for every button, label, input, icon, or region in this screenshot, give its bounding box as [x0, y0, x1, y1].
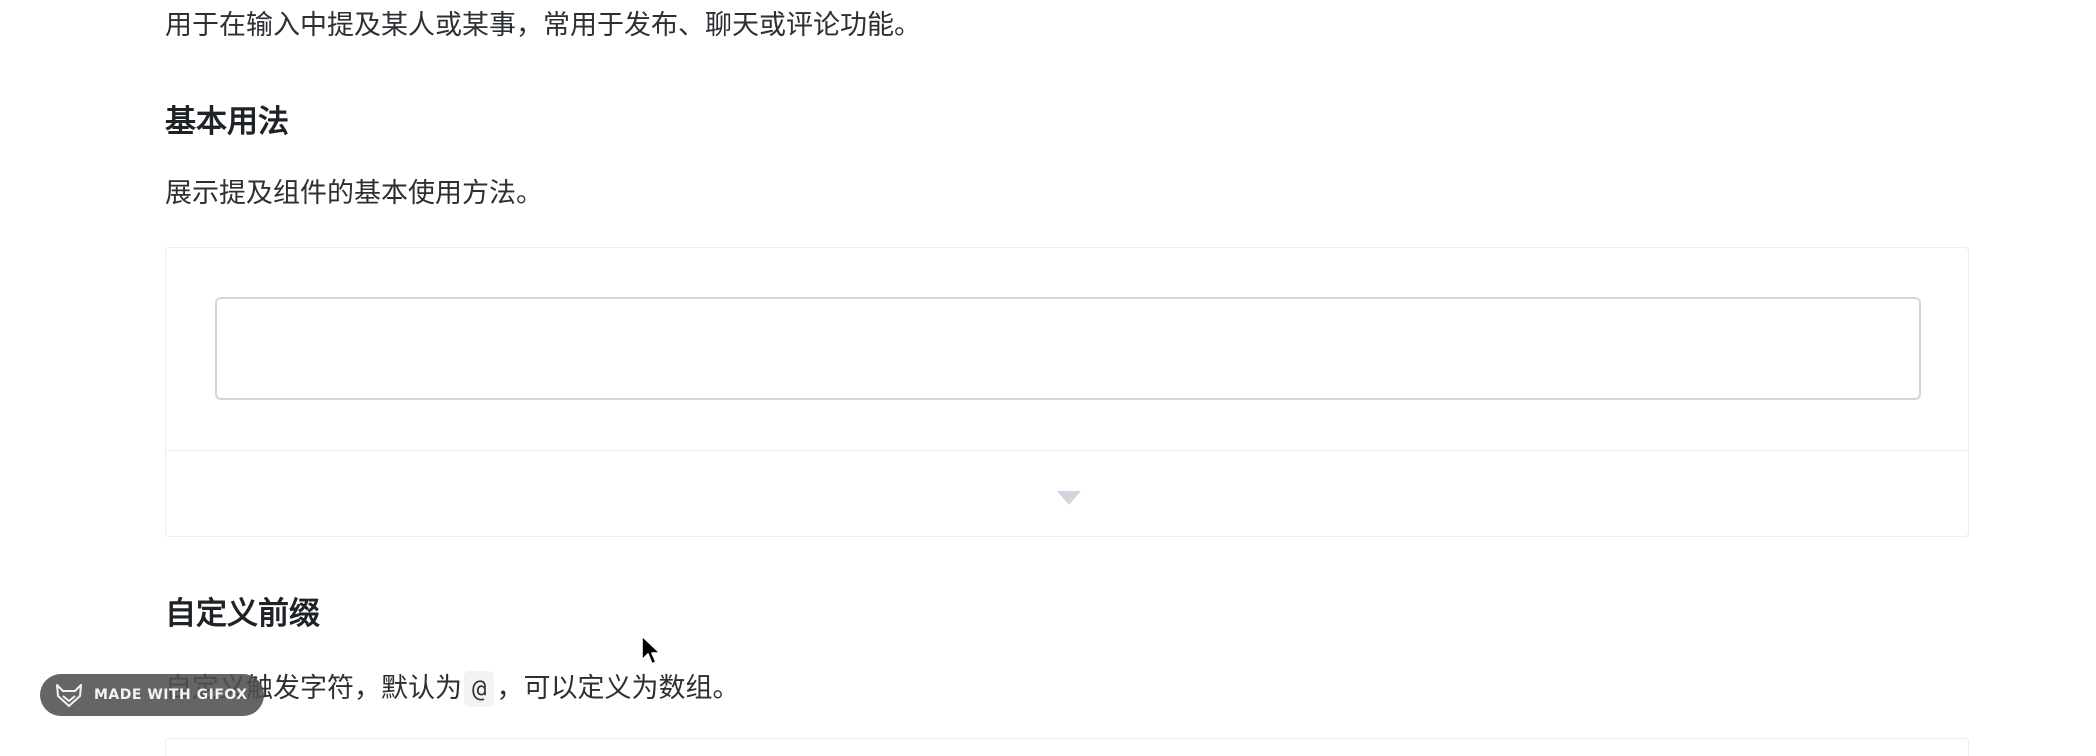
demo-card-basic [165, 247, 1969, 537]
section-title-basic: 基本用法 [165, 104, 289, 140]
inline-code: @ [464, 671, 495, 707]
docs-page: 用于在输入中提及某人或某事，常用于发布、聊天或评论功能。 基本用法 展示提及组件… [0, 0, 2096, 756]
desc-prefix-after: ，可以定义为数组。 [496, 673, 740, 704]
section-desc-basic: 展示提及组件的基本使用方法。 [165, 178, 543, 209]
demo-card-prefix [165, 738, 1969, 756]
gifox-watermark: MADE WITH GIFOX [40, 674, 264, 716]
fox-icon [56, 684, 82, 707]
demo-preview [166, 248, 1968, 451]
mouse-pointer-icon [641, 635, 661, 665]
expand-code-button[interactable] [166, 450, 1968, 536]
watermark-label: MADE WITH GIFOX [94, 687, 248, 703]
caret-down-icon [1057, 491, 1081, 505]
section-title-prefix: 自定义前缀 [165, 596, 320, 632]
mention-input[interactable] [215, 297, 1921, 400]
intro-text: 用于在输入中提及某人或某事，常用于发布、聊天或评论功能。 [165, 10, 921, 41]
